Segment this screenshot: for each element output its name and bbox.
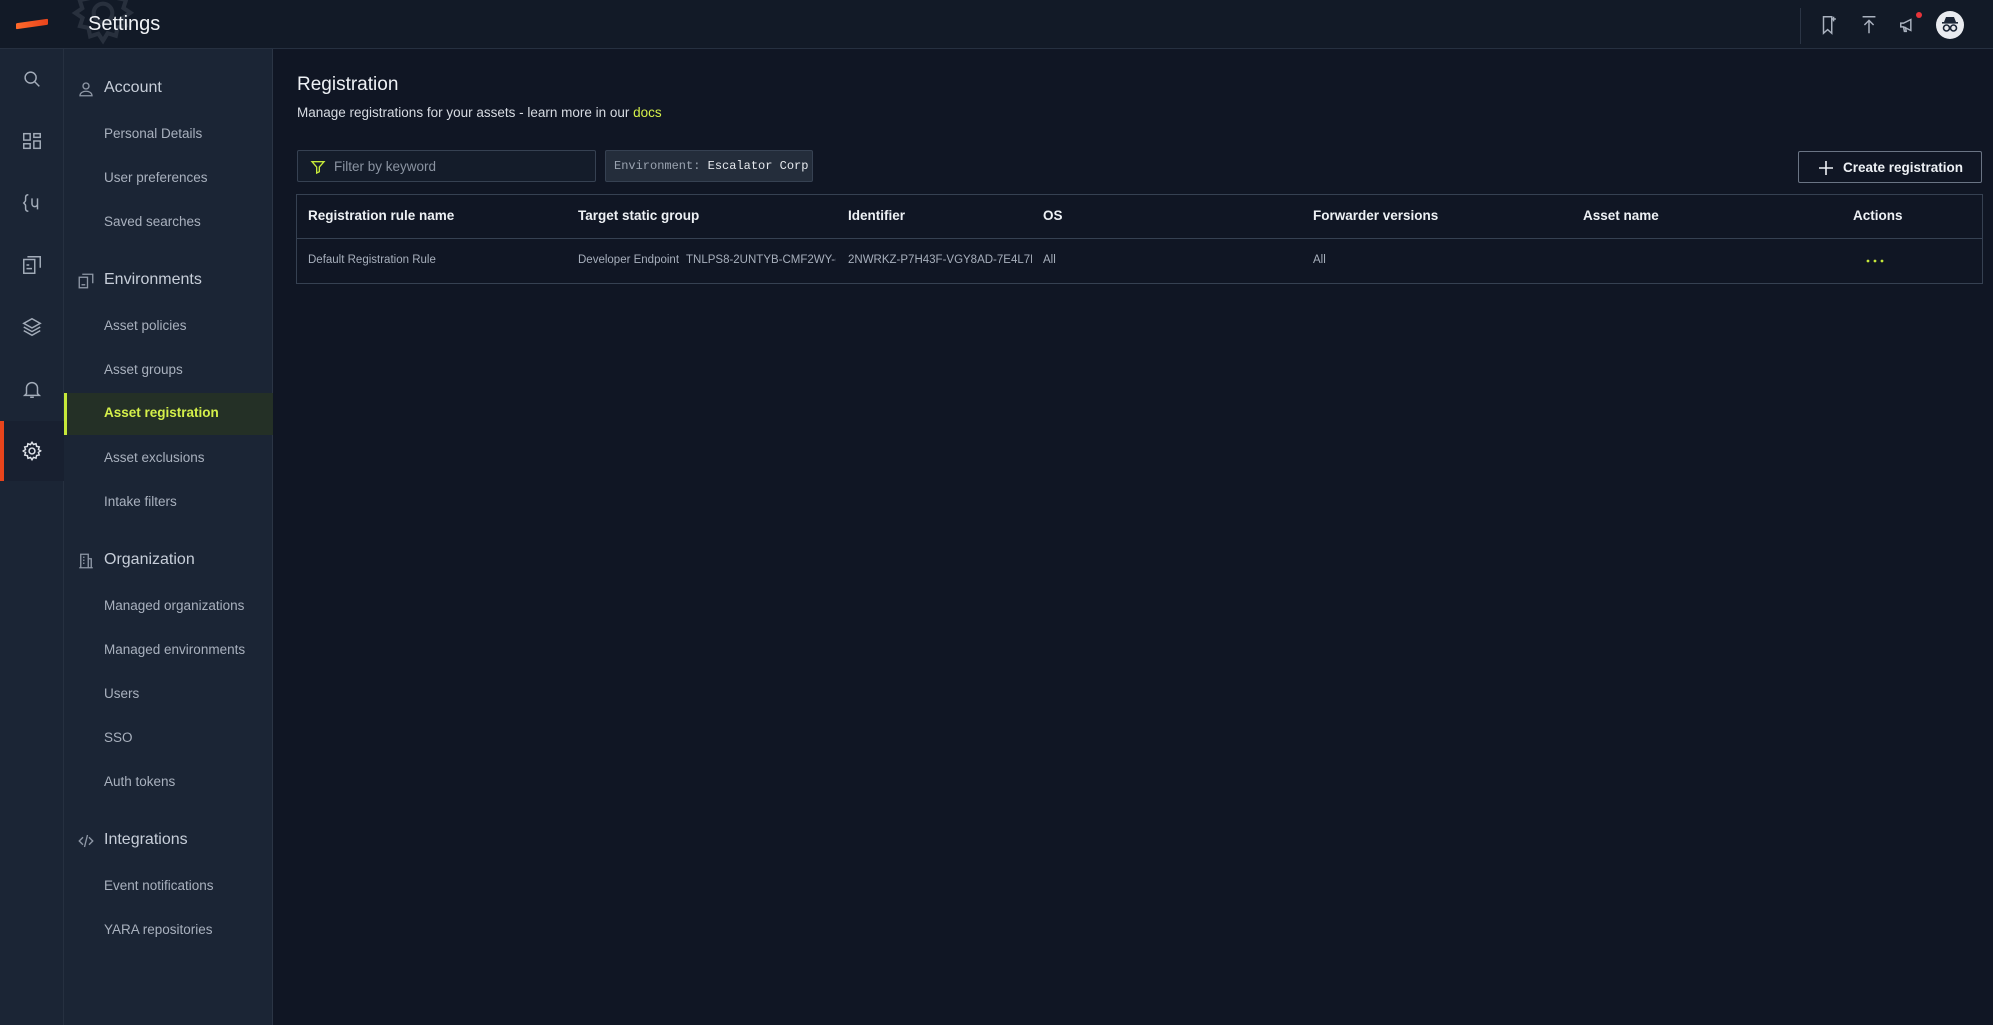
- dashboard-icon: [23, 132, 41, 150]
- page-title: Registration: [297, 74, 399, 95]
- sidebar-item-asset-exclusions[interactable]: Asset exclusions: [64, 438, 273, 480]
- sidebar-item-label: Managed environments: [104, 642, 246, 657]
- keyword-filter[interactable]: [297, 150, 596, 182]
- app-logo[interactable]: [0, 0, 64, 49]
- sidebar-item-personal-details[interactable]: Personal Details: [64, 114, 273, 156]
- code-icon: [78, 834, 94, 848]
- environment-chip[interactable]: Environment: Escalator Corp: [605, 150, 813, 182]
- icon-rail: [0, 49, 64, 1025]
- app-title: Settings: [88, 13, 161, 35]
- column-header-identifier[interactable]: Identifier: [848, 208, 905, 223]
- section-organization: Organization: [64, 546, 273, 576]
- sidebar-item-asset-policies[interactable]: Asset policies: [64, 306, 273, 348]
- query-icon: [22, 194, 39, 212]
- cell-rule-name: Default Registration Rule: [308, 254, 436, 266]
- section-environments: Environments: [64, 266, 273, 296]
- section-account: Account: [64, 74, 273, 104]
- row-actions-button[interactable]: [1863, 249, 1887, 273]
- incognito-avatar-icon[interactable]: [1936, 11, 1964, 39]
- rail-query[interactable]: [0, 173, 64, 233]
- rail-assets[interactable]: [0, 235, 64, 295]
- table-header: Registration rule name Target static gro…: [297, 195, 1982, 239]
- filter-icon: [310, 161, 326, 175]
- sidebar-item-label: Asset groups: [104, 362, 183, 377]
- user-icon: [79, 82, 93, 97]
- cell-target-group: Developer Endpoint: [578, 254, 680, 266]
- sidebar-item-saved-searches[interactable]: Saved searches: [64, 202, 273, 244]
- sidebar-item-label: Managed organizations: [104, 598, 245, 613]
- sidebar-item-label: Event notifications: [104, 878, 214, 893]
- assets-icon: [23, 256, 41, 274]
- notification-dot: [1916, 12, 1922, 18]
- sidebar-item-managed-organizations[interactable]: Managed organizations: [64, 586, 273, 628]
- main-content: Registration Manage registrations for yo…: [273, 49, 1993, 1025]
- top-divider: [1800, 8, 1801, 44]
- plus-icon: [1819, 161, 1833, 175]
- environment-key: Environment:: [614, 159, 701, 173]
- search-icon: [24, 71, 40, 87]
- section-label: Account: [104, 79, 162, 96]
- cell-identifier: 2NWRKZ-P7H43F-VGY8AD-7E4L7E: [848, 254, 1032, 266]
- building-icon: [79, 553, 93, 569]
- settings-sidebar: Account Personal Details User preference…: [64, 49, 273, 1025]
- sidebar-item-user-preferences[interactable]: User preferences: [64, 158, 273, 200]
- docs-link[interactable]: docs: [633, 105, 662, 120]
- gear-icon: [21, 440, 42, 462]
- sidebar-item-label: Auth tokens: [104, 774, 176, 789]
- sidebar-item-event-notifications[interactable]: Event notifications: [64, 866, 273, 908]
- sidebar-item-label: User preferences: [104, 170, 208, 185]
- sidebar-item-label: YARA repositories: [104, 922, 213, 937]
- table-row[interactable]: Default Registration Rule Developer Endp…: [297, 239, 1982, 283]
- rail-dashboards[interactable]: [0, 111, 64, 171]
- sidebar-item-intake-filters[interactable]: Intake filters: [64, 482, 273, 524]
- rail-alerts[interactable]: [0, 359, 64, 419]
- sidebar-item-label: Asset registration: [104, 405, 219, 420]
- section-integrations: Integrations: [64, 826, 273, 856]
- sidebar-item-label: Saved searches: [104, 214, 201, 229]
- cell-os: All: [1043, 254, 1056, 266]
- sidebar-item-label: Asset exclusions: [104, 450, 205, 465]
- environment-value: Escalator Corp: [707, 159, 809, 173]
- column-header-name[interactable]: Registration rule name: [308, 208, 454, 223]
- rail-layers[interactable]: [0, 297, 64, 357]
- sidebar-item-sso[interactable]: SSO: [64, 718, 273, 760]
- sidebar-item-asset-registration[interactable]: Asset registration: [64, 393, 273, 435]
- column-header-target-group[interactable]: Target static group: [578, 208, 699, 223]
- column-header-actions: Actions: [1853, 208, 1903, 223]
- environments-icon: [78, 273, 94, 289]
- sidebar-item-auth-tokens[interactable]: Auth tokens: [64, 762, 273, 804]
- sidebar-item-users[interactable]: Users: [64, 674, 273, 716]
- rail-search[interactable]: [0, 49, 64, 109]
- create-registration-button[interactable]: Create registration: [1798, 151, 1982, 183]
- sidebar-item-label: Users: [104, 686, 140, 701]
- cell-forwarder-versions: All: [1313, 254, 1326, 266]
- create-registration-label: Create registration: [1843, 160, 1964, 175]
- section-label: Integrations: [104, 831, 188, 848]
- layers-icon: [22, 317, 42, 337]
- page-subtitle: Manage registrations for your assets - l…: [297, 105, 662, 120]
- search-input[interactable]: [334, 151, 590, 181]
- sidebar-item-managed-environments[interactable]: Managed environments: [64, 630, 273, 672]
- cell-target-group-id: TNLPS8-2UNTYB-CMF2WY-(: [686, 254, 836, 266]
- bell-icon: [22, 381, 42, 398]
- top-bar: Settings: [0, 0, 1993, 49]
- sidebar-item-label: Personal Details: [104, 126, 203, 141]
- more-horizontal-icon: [1866, 259, 1884, 263]
- section-label: Organization: [104, 551, 195, 568]
- sidebar-item-yara-repositories[interactable]: YARA repositories: [64, 910, 273, 952]
- section-label: Environments: [104, 271, 202, 288]
- subtitle-text: Manage registrations for your assets - l…: [297, 105, 634, 120]
- upload-icon[interactable]: [1858, 14, 1880, 36]
- sidebar-item-label: Asset policies: [104, 318, 187, 333]
- sidebar-item-asset-groups[interactable]: Asset groups: [64, 350, 273, 392]
- sidebar-item-label: Intake filters: [104, 494, 177, 509]
- bookmark-icon[interactable]: [1818, 14, 1840, 36]
- registration-table: Registration rule name Target static gro…: [296, 194, 1983, 284]
- sidebar-item-label: SSO: [104, 730, 133, 745]
- column-header-os[interactable]: OS: [1043, 208, 1063, 223]
- column-header-asset-name[interactable]: Asset name: [1583, 208, 1659, 223]
- rail-settings[interactable]: [0, 421, 64, 481]
- column-header-forwarder-versions[interactable]: Forwarder versions: [1313, 208, 1438, 223]
